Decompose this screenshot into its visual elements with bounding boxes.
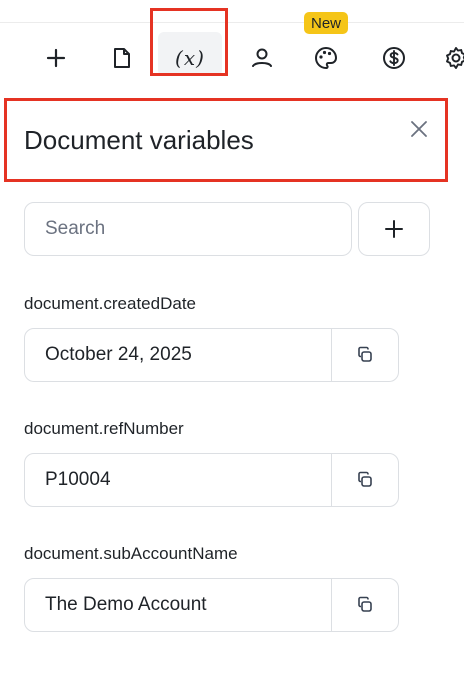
- copy-button[interactable]: [332, 329, 398, 381]
- settings-button[interactable]: [436, 38, 464, 78]
- copy-icon: [358, 346, 372, 362]
- app-root: (x) New Document variables Search docume…: [0, 0, 464, 692]
- theme-button[interactable]: [306, 38, 346, 78]
- copy-button[interactable]: [332, 579, 398, 631]
- document-button[interactable]: [102, 38, 142, 78]
- add-variable-button[interactable]: [358, 202, 430, 256]
- copy-button[interactable]: [332, 454, 398, 506]
- variable-row: P10004: [24, 453, 399, 507]
- copy-icon: [358, 471, 372, 487]
- variables-icon: (x): [175, 46, 205, 70]
- palette-icon: [315, 46, 338, 70]
- variable-name: document.refNumber: [24, 419, 184, 438]
- dollar-icon: [383, 47, 405, 69]
- variable-name: document.subAccountName: [24, 544, 238, 563]
- toolbar: (x) New: [0, 0, 464, 96]
- variable-row: October 24, 2025: [24, 328, 399, 382]
- search-input[interactable]: [24, 202, 352, 256]
- toolbar-divider: [0, 22, 464, 23]
- variable-value[interactable]: October 24, 2025: [25, 329, 332, 381]
- pricing-button[interactable]: [374, 38, 414, 78]
- plus-icon: [385, 220, 403, 238]
- plus-icon: [46, 48, 66, 68]
- user-icon: [252, 48, 272, 67]
- new-badge: New: [304, 12, 348, 34]
- copy-icon: [358, 596, 372, 612]
- variable-row: The Demo Account: [24, 578, 399, 632]
- panel-title: Document variables: [24, 125, 254, 155]
- add-button[interactable]: [36, 38, 76, 78]
- variable-name: document.createdDate: [24, 294, 196, 313]
- variable-value[interactable]: P10004: [25, 454, 332, 506]
- gear-icon: [446, 47, 464, 69]
- user-button[interactable]: [242, 38, 282, 78]
- close-icon: [411, 121, 427, 137]
- close-button[interactable]: [404, 114, 434, 144]
- variables-button[interactable]: (x): [170, 38, 210, 78]
- variable-value[interactable]: The Demo Account: [25, 579, 332, 631]
- document-icon: [114, 48, 130, 68]
